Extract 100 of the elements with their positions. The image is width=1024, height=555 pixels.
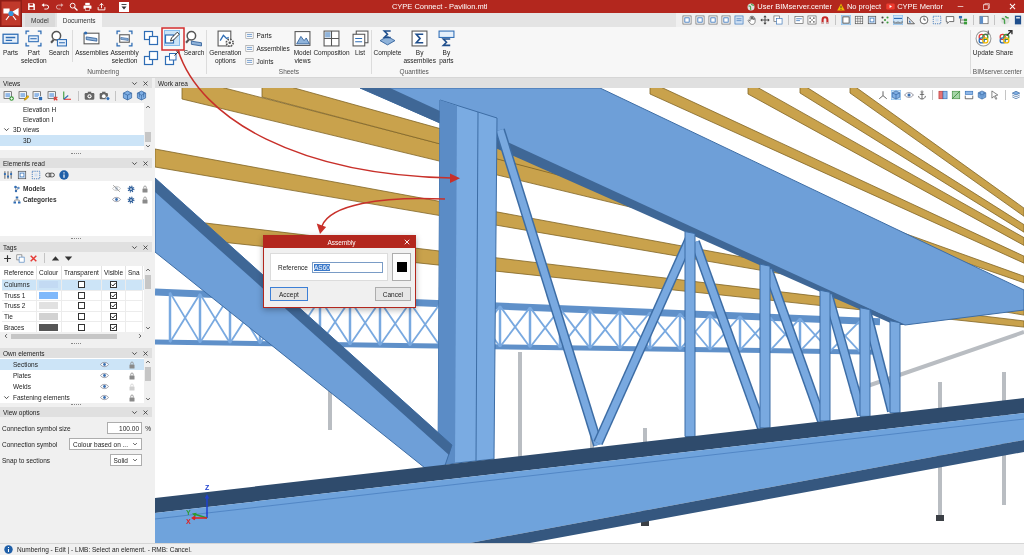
- clock-icon[interactable]: [919, 15, 929, 25]
- tree-icon[interactable]: [958, 15, 968, 25]
- tray-icon[interactable]: [964, 90, 974, 100]
- chevron-down-icon[interactable]: [131, 79, 138, 87]
- scrollbar-thumb[interactable]: [145, 132, 151, 142]
- info-icon[interactable]: [59, 169, 69, 180]
- copy-icon[interactable]: [773, 15, 783, 25]
- anchor-icon[interactable]: [917, 90, 927, 100]
- restore-icon[interactable]: [981, 2, 991, 11]
- chevron-down-icon[interactable]: [3, 394, 10, 401]
- eye-icon[interactable]: [100, 371, 109, 380]
- magnet-icon[interactable]: [820, 15, 830, 25]
- checkbox[interactable]: [110, 281, 117, 289]
- scrollbar-thumb[interactable]: [11, 333, 117, 339]
- close-icon[interactable]: [142, 79, 149, 87]
- dots-icon[interactable]: [807, 15, 817, 25]
- checkbox[interactable]: [78, 291, 85, 299]
- checkbox[interactable]: [110, 323, 117, 331]
- chevron-down-icon[interactable]: [131, 349, 138, 357]
- split-panel-icon[interactable]: [938, 90, 948, 100]
- close-icon[interactable]: [142, 349, 149, 357]
- lock-icon[interactable]: [141, 184, 149, 193]
- columns-icon[interactable]: [3, 169, 13, 180]
- checkbox[interactable]: [78, 281, 85, 289]
- eye-icon[interactable]: [100, 393, 109, 402]
- close-icon[interactable]: [142, 408, 149, 416]
- lock-icon[interactable]: [141, 195, 149, 204]
- eye-icon[interactable]: [100, 360, 109, 369]
- zoom-frame-icon[interactable]: [721, 15, 731, 25]
- checkbox[interactable]: [78, 313, 85, 321]
- move-up-icon[interactable]: [51, 253, 60, 263]
- layers-icon[interactable]: [1011, 90, 1021, 100]
- checkbox[interactable]: [110, 302, 117, 310]
- diagonal-square-icon[interactable]: [951, 90, 961, 100]
- search-icon[interactable]: [69, 2, 78, 11]
- frame-icon[interactable]: [867, 15, 877, 25]
- axes-icon[interactable]: [878, 90, 888, 100]
- chevron-up-icon[interactable]: [145, 359, 151, 365]
- resize-handle[interactable]: [71, 404, 81, 406]
- app-logo-icon[interactable]: [0, 0, 22, 27]
- speech-bubble-icon[interactable]: [945, 15, 955, 25]
- checkbox[interactable]: [78, 323, 85, 331]
- colour-swatch-icon[interactable]: [39, 281, 58, 289]
- checkbox[interactable]: [110, 313, 117, 321]
- view-icon[interactable]: [32, 90, 43, 101]
- chevron-down-icon[interactable]: [131, 159, 138, 167]
- add-icon[interactable]: [3, 253, 12, 263]
- squares-icon[interactable]: [142, 30, 159, 46]
- resize-handle[interactable]: [71, 153, 81, 155]
- zoom-frame-icon[interactable]: [682, 15, 692, 25]
- add-view-icon[interactable]: [3, 90, 14, 101]
- dots-icon[interactable]: [880, 15, 890, 25]
- cube-icon[interactable]: [136, 90, 147, 101]
- pencil-square-icon[interactable]: [163, 30, 180, 46]
- chevron-up-icon[interactable]: [145, 267, 151, 273]
- cube-icon[interactable]: [977, 90, 987, 100]
- save-icon[interactable]: [27, 2, 36, 11]
- grid-icon[interactable]: [854, 15, 864, 25]
- axes-icon[interactable]: [61, 90, 72, 101]
- book-icon[interactable]: [1013, 15, 1023, 25]
- chevron-left-icon[interactable]: [3, 333, 9, 339]
- caret-icon[interactable]: [119, 1, 129, 12]
- export-icon[interactable]: [97, 2, 106, 11]
- zoom-frame-icon[interactable]: [708, 15, 718, 25]
- vertical-scrollbar[interactable]: [144, 358, 152, 403]
- chain-link-icon[interactable]: [45, 169, 55, 180]
- squares-icon[interactable]: [142, 50, 159, 66]
- scrollbar-thumb[interactable]: [145, 367, 151, 381]
- pointer-icon[interactable]: [990, 90, 1000, 100]
- square-icon[interactable]: [841, 15, 851, 25]
- colour-swatch-icon[interactable]: [39, 291, 58, 299]
- chevron-up-icon[interactable]: [145, 104, 151, 110]
- chevron-down-icon[interactable]: [145, 396, 151, 402]
- colour-swatch-icon[interactable]: [39, 302, 58, 310]
- squares-arrow-icon[interactable]: [163, 50, 180, 66]
- undo-icon[interactable]: [41, 2, 50, 11]
- eye-off-icon[interactable]: [112, 184, 121, 193]
- colour-swatch-icon[interactable]: [39, 313, 58, 321]
- eye-icon[interactable]: [100, 382, 109, 391]
- colour-button[interactable]: [392, 253, 411, 281]
- delete-view-icon[interactable]: [46, 90, 58, 101]
- resize-handle[interactable]: [71, 343, 81, 345]
- chevron-down-icon[interactable]: [3, 126, 10, 134]
- eye-icon[interactable]: [904, 90, 914, 100]
- lock-icon[interactable]: [128, 393, 136, 402]
- eye-icon[interactable]: [112, 195, 121, 204]
- frame-icon[interactable]: [17, 169, 27, 180]
- chevron-down-icon[interactable]: [131, 243, 138, 251]
- hand-icon[interactable]: [747, 15, 757, 25]
- chevron-right-icon[interactable]: [137, 333, 143, 339]
- camera-icon[interactable]: [84, 90, 95, 101]
- redo-icon[interactable]: [55, 2, 64, 11]
- camera-icon[interactable]: [98, 90, 110, 101]
- print-icon[interactable]: [83, 2, 92, 11]
- sheet-icon[interactable]: [794, 15, 804, 25]
- chevron-down-icon[interactable]: [145, 143, 151, 149]
- scrollbar-thumb[interactable]: [145, 275, 151, 289]
- checkbox[interactable]: [110, 291, 117, 299]
- colour-swatch-icon[interactable]: [39, 323, 58, 331]
- cube-icon[interactable]: [891, 90, 901, 100]
